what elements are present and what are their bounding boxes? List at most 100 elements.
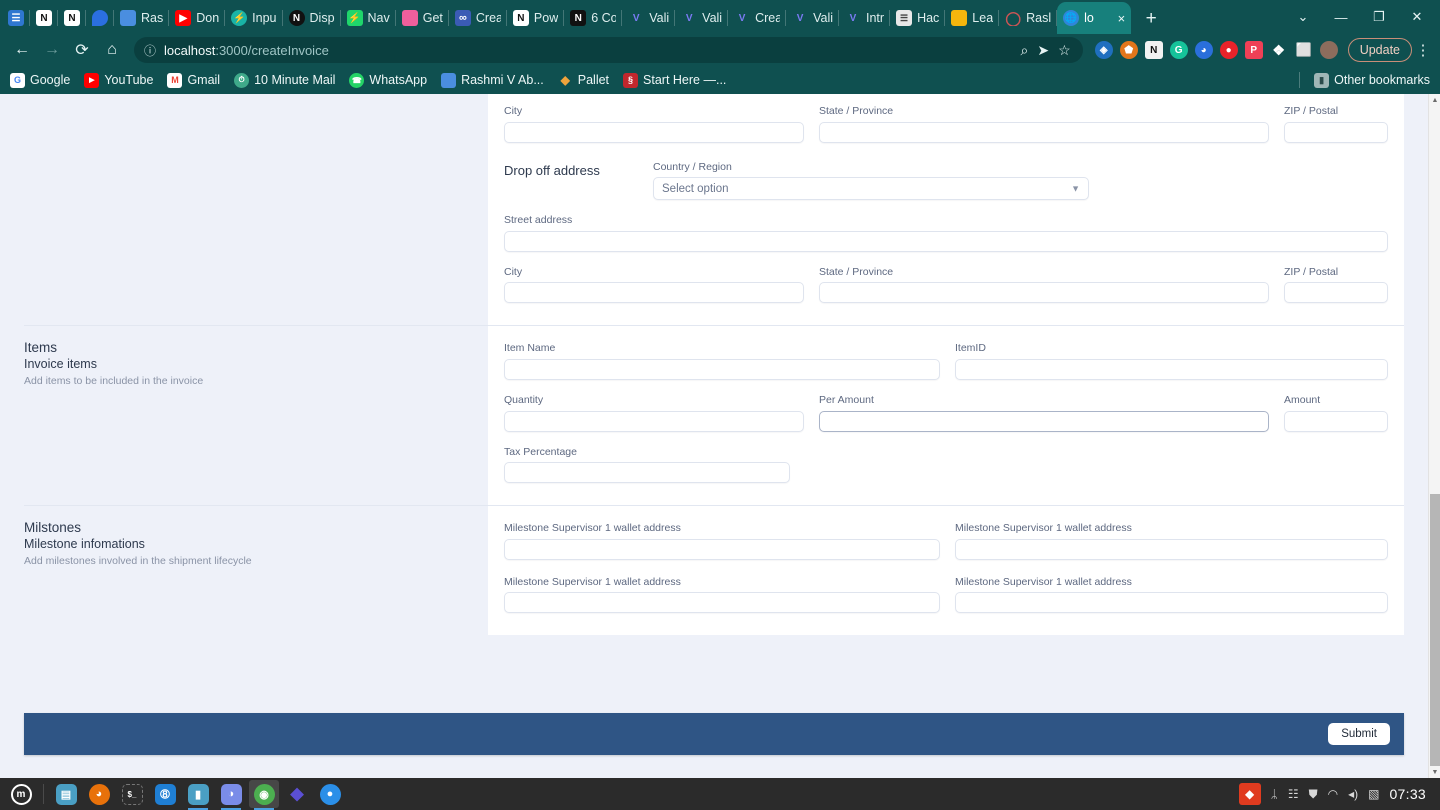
- mint-menu-button[interactable]: m: [6, 780, 36, 808]
- milestone-input-3[interactable]: [504, 592, 940, 614]
- bookmark-star-icon[interactable]: ☆: [1058, 42, 1071, 59]
- scroll-down-arrow-icon[interactable]: ▼: [1429, 766, 1440, 778]
- scrollbar-thumb[interactable]: [1430, 494, 1440, 766]
- forward-button[interactable]: →: [38, 36, 66, 64]
- browser-menu-icon[interactable]: ⋮: [1414, 41, 1432, 59]
- bookmark-whatsapp[interactable]: ☎ WhatsApp: [349, 72, 427, 88]
- opera-extension-icon[interactable]: ●: [1219, 41, 1238, 59]
- wifi-icon[interactable]: ◠: [1328, 787, 1338, 801]
- update-button[interactable]: Update: [1347, 38, 1412, 62]
- other-bookmarks-button[interactable]: ▮ Other bookmarks: [1314, 72, 1430, 88]
- bluetooth-icon[interactable]: ᛦ: [1271, 787, 1278, 801]
- clock[interactable]: 07:33: [1389, 786, 1426, 802]
- new-tab-button[interactable]: +: [1137, 4, 1165, 32]
- item-name-input[interactable]: [504, 358, 940, 380]
- taskbar-item-discord[interactable]: ◑: [216, 780, 246, 810]
- share-icon[interactable]: ➤: [1037, 42, 1049, 59]
- battery-icon[interactable]: ▧: [1368, 787, 1379, 801]
- pickup-city-input[interactable]: [504, 121, 804, 143]
- milestone-input-4[interactable]: [955, 592, 1388, 614]
- browser-tab[interactable]: ◯ Rasl: [999, 2, 1058, 34]
- item-id-input[interactable]: [955, 358, 1388, 380]
- bookmark-gmail[interactable]: M Gmail: [167, 72, 220, 88]
- scroll-up-arrow-icon[interactable]: ▲: [1429, 94, 1440, 106]
- browser-tab[interactable]: N: [30, 2, 58, 34]
- pickup-state-input[interactable]: [819, 121, 1269, 143]
- milestone-input-1[interactable]: [504, 538, 940, 560]
- dropoff-country-select[interactable]: Select option: [653, 177, 1089, 201]
- side-panel-icon[interactable]: ⬜: [1295, 41, 1313, 59]
- close-icon[interactable]: ×: [1118, 12, 1126, 25]
- browser-tab[interactable]: ▶ Don: [169, 2, 226, 34]
- metamask-extension-icon[interactable]: ⬟: [1119, 41, 1138, 59]
- taskbar-item-file-manager[interactable]: ▮: [183, 780, 213, 810]
- puzzle-extensions-icon[interactable]: ❖: [1270, 41, 1288, 59]
- milestone-input-2[interactable]: [955, 538, 1388, 560]
- browser-tab[interactable]: V Vali: [622, 2, 676, 34]
- browser-tab[interactable]: Get: [396, 2, 449, 34]
- pocket-extension-icon[interactable]: P: [1244, 41, 1263, 59]
- tab-search-icon[interactable]: ⌄: [1284, 0, 1322, 34]
- taskbar-item-files-window[interactable]: ▤: [51, 780, 81, 808]
- site-info-icon[interactable]: ⓘ: [144, 42, 156, 59]
- grammarly-extension-icon[interactable]: G: [1169, 41, 1188, 59]
- taskbar-item-firefox[interactable]: ◕: [84, 780, 114, 808]
- bookmark-rashmi[interactable]: Rashmi V Ab...: [441, 72, 544, 88]
- notion-extension-icon[interactable]: N: [1144, 41, 1163, 59]
- taskbar-item-location[interactable]: ●: [315, 780, 345, 808]
- browser-tab[interactable]: ∞ Crea: [449, 2, 507, 34]
- browser-tab[interactable]: V Intr: [839, 2, 891, 34]
- dropoff-state-input[interactable]: [819, 282, 1269, 304]
- pink-square-icon: [401, 10, 418, 26]
- browser-tab[interactable]: V Vali: [675, 2, 729, 34]
- bookmark-google[interactable]: G Google: [10, 72, 70, 88]
- dropoff-zip-input[interactable]: [1284, 282, 1388, 304]
- browser-tab[interactable]: ⚡ Inpu: [225, 2, 283, 34]
- browser-tab[interactable]: ☰ Hac: [890, 2, 946, 34]
- dropoff-street-input[interactable]: [504, 230, 1388, 252]
- back-button[interactable]: ←: [8, 36, 36, 64]
- avatar[interactable]: [1319, 41, 1338, 59]
- taskbar-item-terminal[interactable]: $_: [117, 780, 147, 808]
- bookmark-youtube[interactable]: ▶ YouTube: [84, 72, 153, 88]
- home-button[interactable]: ⌂: [98, 36, 126, 64]
- dropbox-extension-icon[interactable]: ◈: [1094, 41, 1113, 59]
- browser-tab-active[interactable]: 🌐 lo ×: [1057, 2, 1132, 34]
- browser-tab[interactable]: N 6 Co: [564, 2, 623, 34]
- minimize-button[interactable]: —: [1322, 0, 1360, 34]
- pickup-zip-input[interactable]: [1284, 121, 1388, 143]
- taskbar-item-vscode[interactable]: ➇: [150, 780, 180, 808]
- tax-percentage-input[interactable]: [504, 462, 790, 484]
- submit-button[interactable]: Submit: [1328, 723, 1390, 745]
- zoom-icon[interactable]: ⌕: [1021, 42, 1029, 59]
- quantity-input[interactable]: [504, 410, 804, 432]
- browser-tab[interactable]: V Vali: [786, 2, 839, 34]
- reload-button[interactable]: ⟳: [68, 36, 96, 64]
- close-window-button[interactable]: ✕: [1398, 0, 1436, 34]
- amount-input[interactable]: [1284, 410, 1388, 432]
- clipboard-icon[interactable]: ☷: [1288, 787, 1299, 801]
- browser-tab[interactable]: N Pow: [507, 2, 565, 34]
- address-bar[interactable]: ⓘ localhost:3000/createInvoice ⌕ ➤ ☆: [134, 37, 1083, 63]
- browser-tab[interactable]: ⚡ Nav: [341, 2, 396, 34]
- bookmark-start-here[interactable]: § Start Here —...: [623, 72, 726, 88]
- browser-tab[interactable]: N Disp: [283, 2, 341, 34]
- bookmark-10minutemail[interactable]: ⏱ 10 Minute Mail: [234, 72, 335, 88]
- bookmark-pallet[interactable]: ◆ Pallet: [558, 73, 609, 88]
- browser-tab[interactable]: N: [58, 2, 86, 34]
- volume-icon[interactable]: ◂): [1348, 787, 1358, 801]
- taskbar-item-chrome[interactable]: ◉: [249, 780, 279, 810]
- browser-tab[interactable]: Ras: [114, 2, 170, 34]
- browser-tab[interactable]: V Crea: [728, 2, 787, 34]
- browser-tab[interactable]: ☰: [2, 2, 30, 34]
- per-amount-input[interactable]: [819, 410, 1269, 432]
- chrome-profile-extension-icon[interactable]: ◕: [1194, 41, 1213, 59]
- nvidia-icon[interactable]: ◆: [1238, 783, 1261, 805]
- browser-tab[interactable]: Lea: [945, 2, 1000, 34]
- shield-update-icon[interactable]: ⛊: [1309, 787, 1318, 802]
- page-scrollbar[interactable]: ▲ ▼: [1428, 94, 1440, 778]
- dropoff-city-input[interactable]: [504, 282, 804, 304]
- taskbar-item-brave[interactable]: ◆: [282, 780, 312, 808]
- maximize-button[interactable]: ❐: [1360, 0, 1398, 34]
- browser-tab[interactable]: [86, 2, 114, 34]
